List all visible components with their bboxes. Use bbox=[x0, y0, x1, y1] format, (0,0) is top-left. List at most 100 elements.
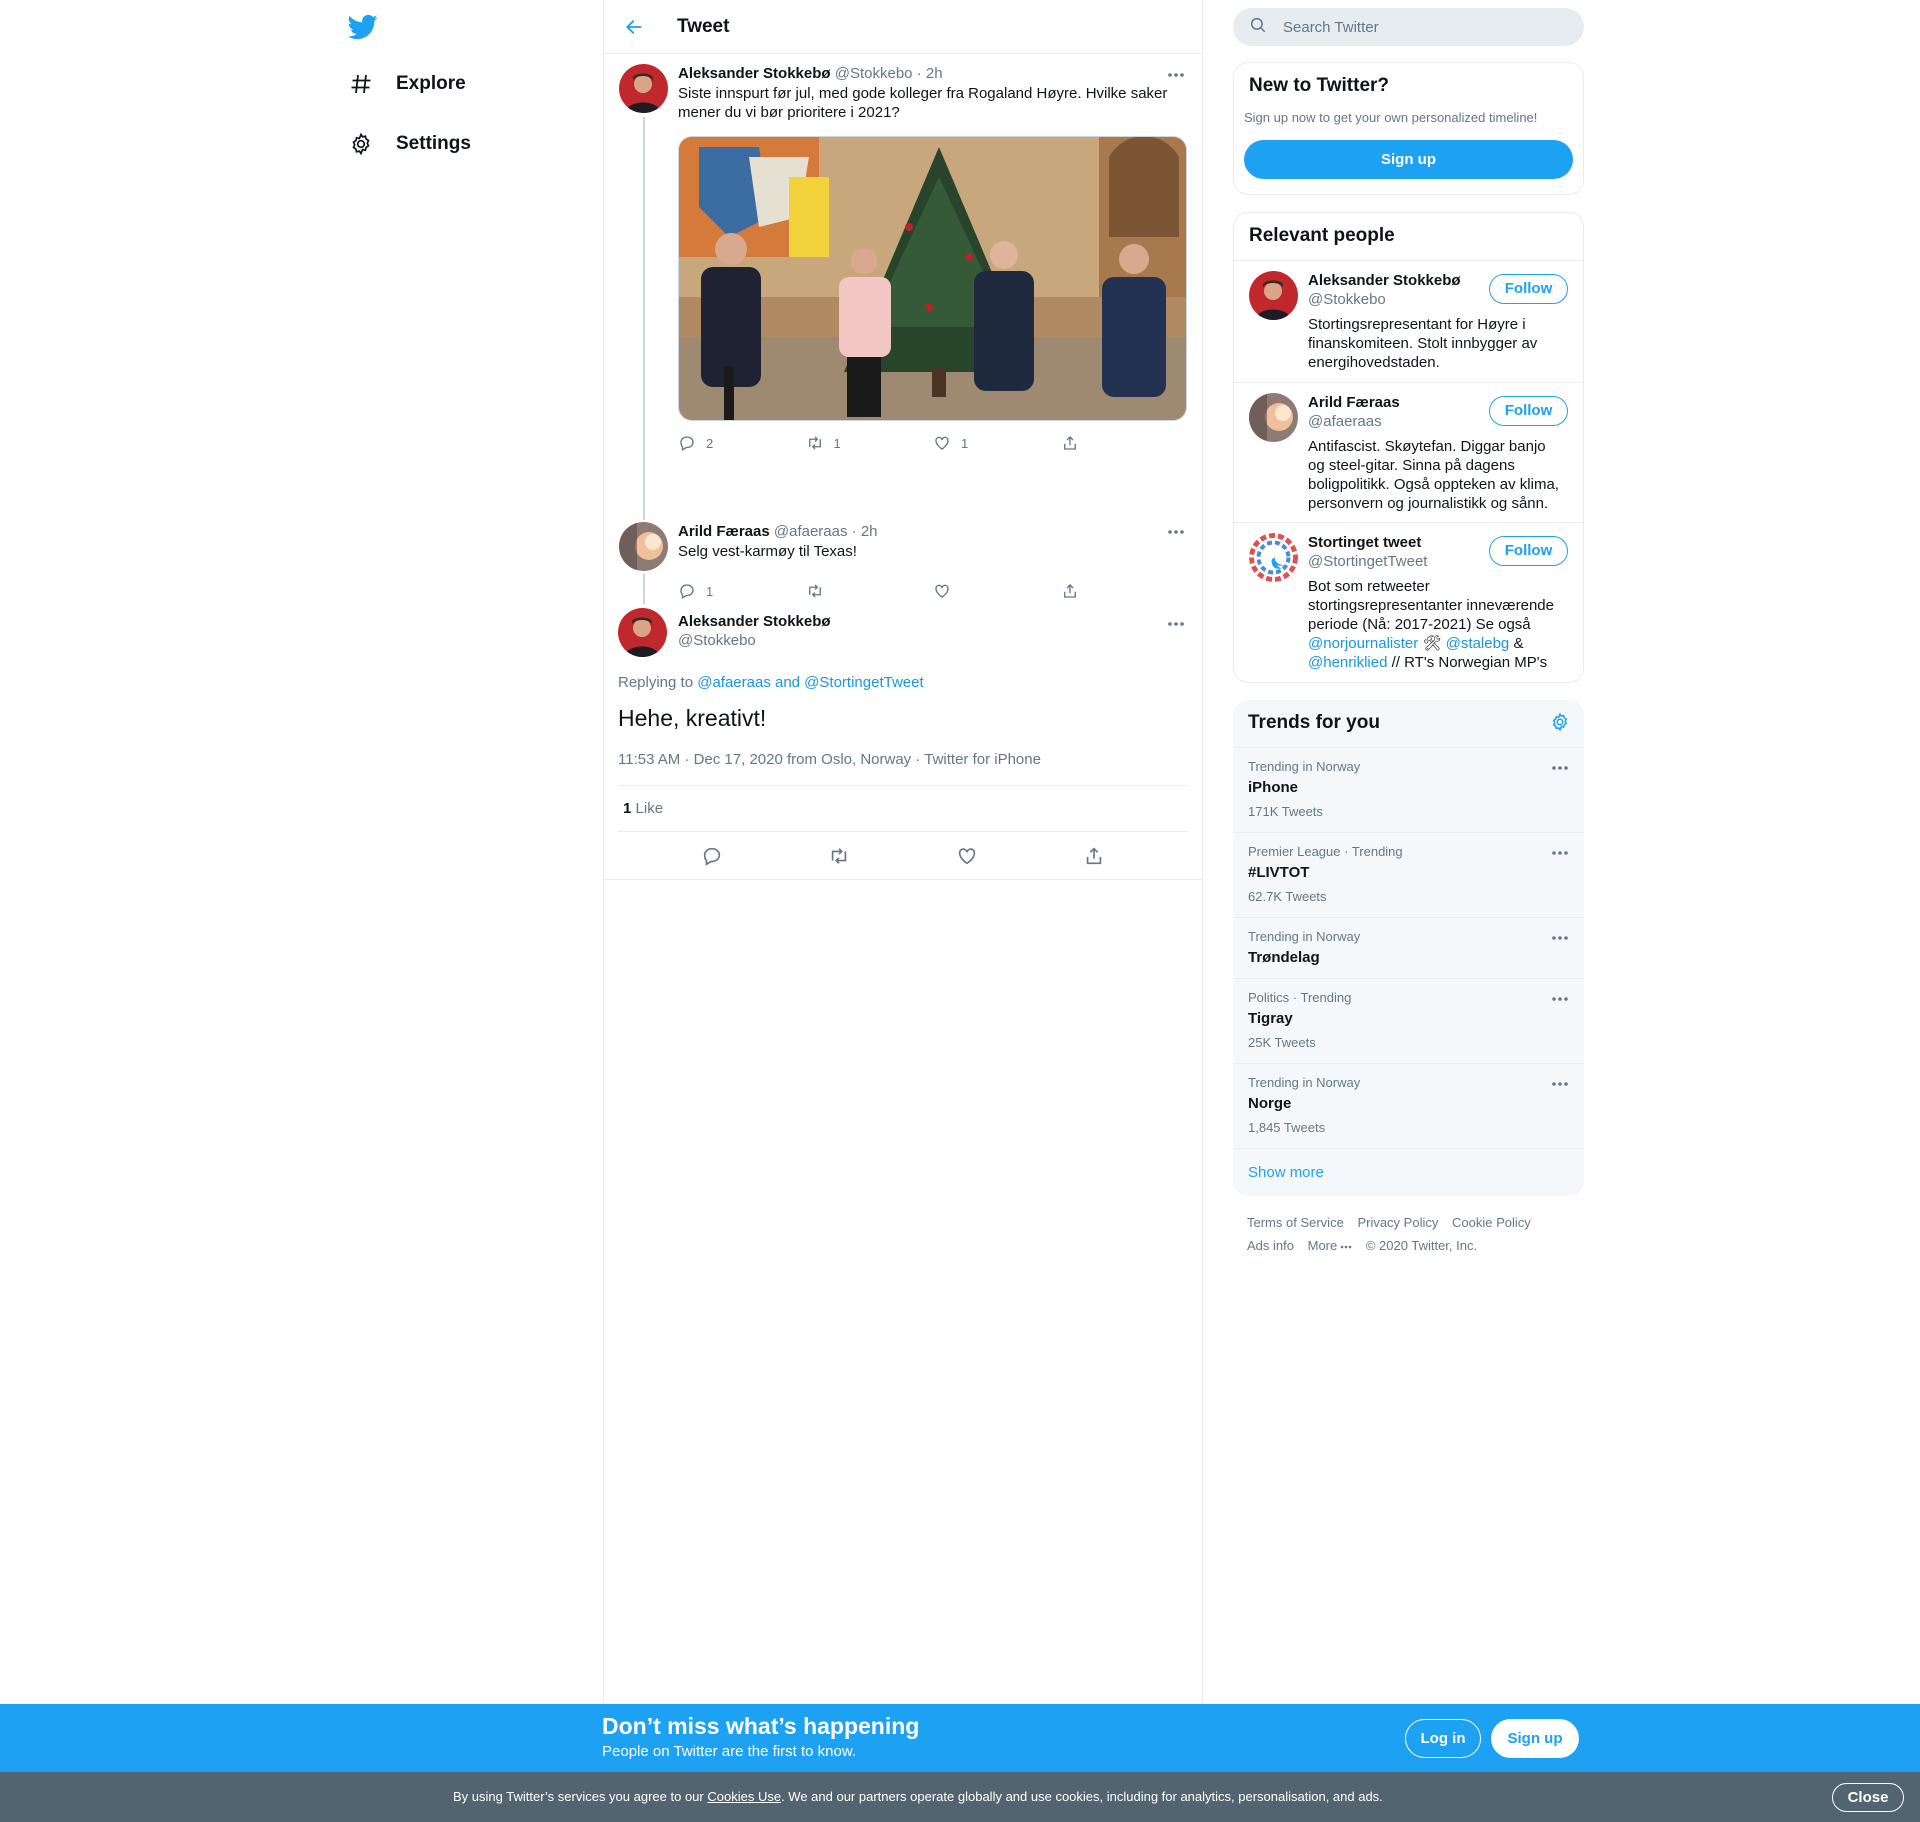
reply-count: 1 bbox=[706, 583, 714, 599]
more-options-icon[interactable] bbox=[1550, 762, 1570, 774]
nav-explore-label: Explore bbox=[396, 73, 466, 94]
trend-item[interactable]: Premier League · Trending #LIVTOT 62.7K … bbox=[1233, 832, 1584, 917]
likes-summary[interactable]: 1 Like bbox=[618, 786, 1188, 832]
trend-name: #LIVTOT bbox=[1248, 864, 1310, 881]
relevant-people-card: Relevant people Aleksander Stokkebø @Sto… bbox=[1233, 212, 1584, 683]
author-name[interactable]: Aleksander Stokkebø bbox=[678, 65, 831, 82]
retweet-icon[interactable] bbox=[827, 844, 851, 868]
cookie-text-suffix: . We and our partners operate globally a… bbox=[781, 1789, 1383, 1804]
like-button[interactable] bbox=[933, 582, 1061, 600]
back-arrow-icon[interactable] bbox=[622, 15, 646, 39]
trends-title: Trends for you bbox=[1248, 712, 1380, 733]
trend-item[interactable]: Trending in Norway Trøndelag bbox=[1233, 917, 1584, 978]
tweet-time[interactable]: · 2h bbox=[852, 523, 878, 540]
reply-icon[interactable] bbox=[700, 844, 724, 868]
heart-icon[interactable] bbox=[955, 844, 979, 868]
new-to-twitter-subtitle: Sign up now to get your own personalized… bbox=[1244, 110, 1538, 125]
thread-tweet-2[interactable]: Arild Færaas @afaeraas · 2h Selg vest-ka… bbox=[604, 508, 1202, 606]
author-name[interactable]: Aleksander Stokkebø bbox=[678, 612, 831, 631]
twitter-logo-icon[interactable] bbox=[347, 12, 378, 42]
follow-button[interactable]: Follow bbox=[1489, 274, 1568, 304]
tweet-photo[interactable] bbox=[678, 136, 1187, 421]
footer-links: Terms of Service Privacy Policy Cookie P… bbox=[1233, 1196, 1584, 1272]
trends-header: Trends for you bbox=[1233, 700, 1584, 747]
follow-button[interactable]: Follow bbox=[1489, 396, 1568, 426]
thread-line bbox=[643, 117, 645, 515]
replying-to: Replying to @afaeraas and @StortingetTwe… bbox=[618, 674, 1188, 691]
trend-name: Tigray bbox=[1248, 1010, 1293, 1027]
page-title: Tweet bbox=[677, 15, 730, 37]
search-input[interactable] bbox=[1283, 18, 1543, 36]
trend-item[interactable]: Trending in Norway iPhone 171K Tweets bbox=[1233, 747, 1584, 832]
search-box[interactable] bbox=[1233, 8, 1584, 46]
avatar[interactable] bbox=[1249, 533, 1298, 582]
reply-button[interactable]: 1 bbox=[678, 582, 806, 600]
avatar[interactable] bbox=[619, 522, 668, 571]
main-column: Tweet Aleksander Stokkebø @Stokkebo · 2h… bbox=[603, 0, 1203, 1704]
like-button[interactable]: 1 bbox=[933, 434, 1061, 452]
privacy-link[interactable]: Privacy Policy bbox=[1357, 1215, 1438, 1230]
mention-link[interactable]: @stalebg bbox=[1446, 635, 1510, 652]
more-link[interactable]: More bbox=[1308, 1238, 1353, 1253]
share-button[interactable] bbox=[1061, 434, 1189, 452]
person-arild[interactable]: Arild Færaas @afaeraas Antifascist. Skøy… bbox=[1234, 382, 1583, 522]
author-handle[interactable]: @Stokkebo bbox=[678, 631, 831, 650]
tweet-header: Aleksander Stokkebø @Stokkebo · 2h bbox=[678, 64, 1188, 84]
cookie-text-prefix: By using Twitter’s services you agree to… bbox=[453, 1789, 708, 1804]
person-aleksander[interactable]: Aleksander Stokkebø @Stokkebo Stortingsr… bbox=[1234, 260, 1583, 382]
more-options-icon[interactable] bbox=[1550, 847, 1570, 859]
trend-item[interactable]: Politics · Trending Tigray 25K Tweets bbox=[1233, 978, 1584, 1063]
mention-link[interactable]: @henriklied bbox=[1308, 654, 1387, 671]
trend-context: Trending in Norway bbox=[1248, 929, 1361, 944]
follow-button[interactable]: Follow bbox=[1489, 536, 1568, 566]
avatar[interactable] bbox=[1249, 393, 1298, 442]
terms-link[interactable]: Terms of Service bbox=[1247, 1215, 1344, 1230]
tweet-time[interactable]: · 2h bbox=[917, 65, 943, 82]
cookie-link[interactable]: Cookie Policy bbox=[1452, 1215, 1531, 1230]
avatar[interactable] bbox=[1249, 271, 1298, 320]
likes-count: 1 bbox=[623, 800, 632, 817]
avatar[interactable] bbox=[618, 608, 667, 657]
avatar[interactable] bbox=[619, 64, 668, 113]
show-more-link[interactable]: Show more bbox=[1233, 1148, 1584, 1196]
retweet-count: 1 bbox=[833, 435, 841, 451]
share-button[interactable] bbox=[1061, 582, 1189, 600]
mention-link[interactable]: @norjournalister bbox=[1308, 635, 1418, 652]
more-options-icon[interactable] bbox=[1550, 993, 1570, 1005]
person-stortinget[interactable]: Stortinget tweet @StortingetTweet Bot so… bbox=[1234, 522, 1583, 682]
person-bio: Antifascist. Skøytefan. Diggar banjo og … bbox=[1308, 438, 1559, 512]
gear-icon[interactable] bbox=[1550, 712, 1570, 737]
signup-button[interactable]: Sign up bbox=[1491, 1719, 1579, 1758]
replying-to-link[interactable]: @afaeraas and @StortingetTweet bbox=[697, 674, 923, 691]
trend-context: Politics · Trending bbox=[1248, 990, 1352, 1005]
tweet-metadata[interactable]: 11:53 AM · Dec 17, 2020 from Oslo, Norwa… bbox=[618, 751, 1188, 786]
share-icon[interactable] bbox=[1082, 844, 1106, 868]
right-sidebar: New to Twitter? Sign up now to get your … bbox=[1233, 0, 1584, 1272]
more-options-icon[interactable] bbox=[1164, 524, 1188, 540]
login-button[interactable]: Log in bbox=[1405, 1719, 1481, 1758]
more-options-icon[interactable] bbox=[1550, 932, 1570, 944]
retweet-button[interactable]: 1 bbox=[806, 434, 934, 452]
reply-button[interactable]: 2 bbox=[678, 434, 806, 452]
tools-emoji: 🛠 bbox=[1418, 635, 1446, 652]
more-options-icon[interactable] bbox=[1164, 67, 1188, 83]
nav-explore[interactable]: Explore bbox=[348, 64, 466, 104]
nav-settings-label: Settings bbox=[396, 133, 471, 154]
trend-context: Trending in Norway bbox=[1248, 759, 1361, 774]
thread-tweet-1[interactable]: Aleksander Stokkebø @Stokkebo · 2h Siste… bbox=[604, 54, 1202, 515]
more-options-icon[interactable] bbox=[1550, 1078, 1570, 1090]
nav-settings[interactable]: Settings bbox=[348, 124, 471, 164]
person-bio-text: Bot som retweeter stortingsrepresentante… bbox=[1308, 578, 1554, 633]
author-handle[interactable]: @Stokkebo bbox=[835, 65, 913, 82]
trend-count: 62.7K Tweets bbox=[1248, 889, 1327, 904]
sidebar-signup-button[interactable]: Sign up bbox=[1244, 140, 1573, 179]
trend-item[interactable]: Trending in Norway Norge 1,845 Tweets bbox=[1233, 1063, 1584, 1148]
bio-ampersand: & bbox=[1509, 635, 1524, 652]
author-name[interactable]: Arild Færaas bbox=[678, 523, 770, 540]
cookies-use-link[interactable]: Cookies Use bbox=[707, 1789, 781, 1804]
author-handle[interactable]: @afaeraas bbox=[774, 523, 848, 540]
cookie-close-button[interactable]: Close bbox=[1832, 1783, 1904, 1812]
retweet-button[interactable] bbox=[806, 582, 934, 600]
more-options-icon[interactable] bbox=[1164, 616, 1188, 632]
ads-info-link[interactable]: Ads info bbox=[1247, 1238, 1294, 1253]
